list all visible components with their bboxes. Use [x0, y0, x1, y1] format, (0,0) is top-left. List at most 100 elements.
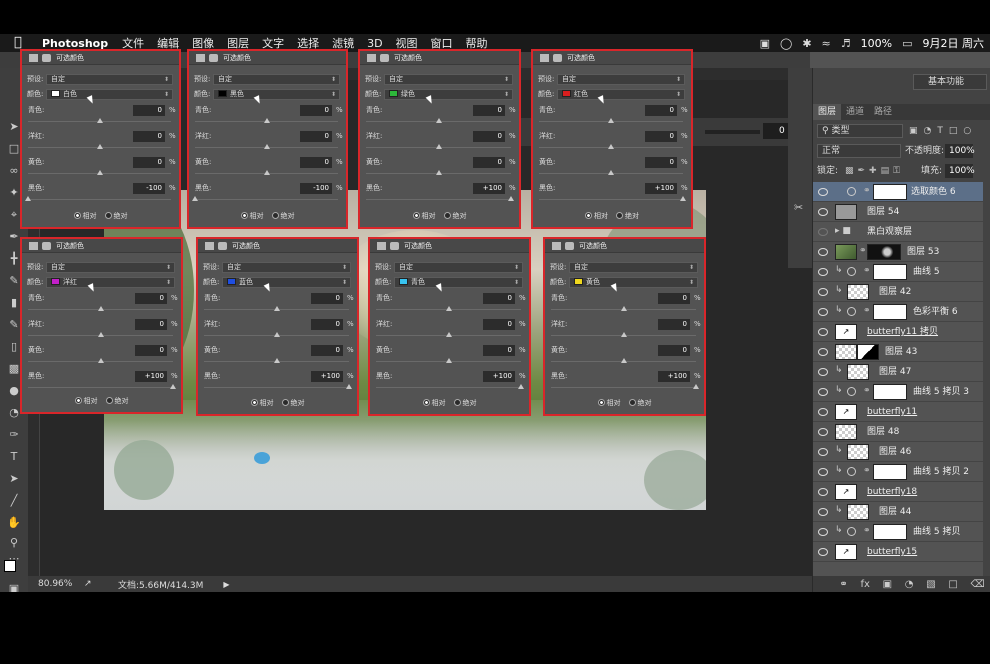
dialog-title-bar[interactable]: 可选颜色: [533, 51, 691, 65]
yellow-slider-handle[interactable]: [264, 170, 270, 175]
eraser-tool-icon[interactable]: ▯: [7, 340, 21, 354]
relative-radio[interactable]: [240, 212, 248, 219]
layer-filter-icons[interactable]: ▣◔T□○: [909, 124, 977, 138]
smart-object-thumbnail[interactable]: ↗: [835, 484, 857, 500]
menu-3d[interactable]: 3D: [367, 37, 382, 50]
tab-layers[interactable]: 图层: [813, 104, 842, 120]
magenta-input[interactable]: 0: [135, 319, 167, 330]
cyan-input[interactable]: 0: [133, 105, 165, 116]
volume-icon[interactable]: ♬: [841, 37, 851, 50]
layer-row[interactable]: ↗ butterfly11: [813, 402, 983, 422]
tools-preset-icon[interactable]: ✂: [794, 201, 803, 214]
preset-select[interactable]: 自定 ⬍: [213, 74, 340, 85]
relative-radio[interactable]: [74, 397, 82, 404]
battery-percent[interactable]: 100%: [861, 37, 892, 50]
visibility-eye-icon[interactable]: [818, 508, 828, 516]
layer-mask-thumbnail[interactable]: [873, 464, 907, 480]
black-input[interactable]: +100: [135, 371, 167, 382]
magenta-input[interactable]: 0: [133, 131, 165, 142]
cyan-slider-handle[interactable]: [97, 118, 103, 123]
layer-thumbnail[interactable]: [835, 424, 857, 440]
dialog-title-bar[interactable]: 可选颜色: [370, 239, 529, 253]
smart-object-thumbnail[interactable]: ↗: [835, 404, 857, 420]
cyan-slider-handle[interactable]: [98, 306, 104, 311]
camera-icon[interactable]: ▣: [760, 37, 770, 50]
new-group-icon[interactable]: ▧: [926, 579, 935, 590]
cyan-input[interactable]: 0: [658, 293, 690, 304]
layer-thumbnail[interactable]: [847, 444, 869, 460]
cyan-input[interactable]: 0: [645, 105, 677, 116]
magenta-input[interactable]: 0: [645, 131, 677, 142]
visibility-eye-icon[interactable]: [818, 468, 828, 476]
yellow-input[interactable]: 0: [135, 345, 167, 356]
color-select[interactable]: 洋红 ⬍: [46, 277, 175, 288]
yellow-input[interactable]: 0: [658, 345, 690, 356]
layer-row[interactable]: ⚭ 选取颜色 6: [813, 182, 983, 202]
black-slider-track[interactable]: [376, 387, 521, 388]
layer-row[interactable]: ⚭ 图层 53: [813, 242, 983, 262]
app-name[interactable]: Photoshop: [42, 37, 108, 50]
black-slider-track[interactable]: [539, 199, 683, 200]
apple-icon[interactable]: : [14, 36, 28, 50]
color-select[interactable]: 蓝色 ⬍: [222, 277, 351, 288]
smart-object-thumbnail[interactable]: ↗: [835, 324, 857, 340]
black-slider-handle[interactable]: [518, 384, 524, 389]
black-slider-handle[interactable]: [693, 384, 699, 389]
foreground-color-swatch[interactable]: [4, 560, 16, 572]
yellow-slider-handle[interactable]: [436, 170, 442, 175]
layer-row[interactable]: ▸ ■ 黑白观察层: [813, 222, 983, 242]
brush-tool-icon[interactable]: ✎: [7, 274, 21, 288]
relative-radio[interactable]: [597, 399, 605, 406]
cyan-slider-handle[interactable]: [446, 306, 452, 311]
yellow-slider-handle[interactable]: [621, 358, 627, 363]
yellow-slider-handle[interactable]: [97, 170, 103, 175]
workspace-select[interactable]: 基本功能: [913, 74, 987, 90]
cyan-slider-handle[interactable]: [608, 118, 614, 123]
black-slider-track[interactable]: [366, 199, 511, 200]
yellow-slider-handle[interactable]: [274, 358, 280, 363]
blend-mode-select[interactable]: 正常: [817, 144, 901, 158]
history-brush-tool-icon[interactable]: ✎: [7, 318, 21, 332]
visibility-eye-icon[interactable]: [818, 548, 828, 556]
status-menu-arrow-icon[interactable]: ▶: [223, 580, 229, 589]
preset-select[interactable]: 自定 ⬍: [384, 74, 513, 85]
adjustment-layer-icon[interactable]: ◔: [905, 579, 914, 590]
visibility-eye-icon[interactable]: [818, 428, 828, 436]
visibility-eye-icon[interactable]: [818, 208, 828, 216]
bluetooth-icon[interactable]: ✱: [802, 37, 811, 50]
dialog-title-bar[interactable]: 可选颜色: [360, 51, 519, 65]
clock[interactable]: 9月2日 周六: [923, 35, 985, 51]
absolute-radio[interactable]: [281, 399, 289, 406]
layer-row[interactable]: ↳ 图层 46: [813, 442, 983, 462]
visibility-eye-icon[interactable]: [818, 328, 828, 336]
dialog-title-bar[interactable]: 可选颜色: [22, 51, 179, 65]
visibility-eye-icon[interactable]: [818, 188, 828, 196]
yellow-slider-handle[interactable]: [98, 358, 104, 363]
layer-row[interactable]: ↳ ⚭ 色彩平衡 6: [813, 302, 983, 322]
wifi-icon[interactable]: ≈: [822, 37, 831, 50]
crop-tool-icon[interactable]: ⌖: [7, 208, 21, 222]
preset-select[interactable]: 自定 ⬍: [46, 74, 173, 85]
relative-radio[interactable]: [422, 399, 430, 406]
preset-select[interactable]: 自定 ⬍: [222, 262, 351, 273]
relative-radio[interactable]: [585, 212, 592, 219]
cyan-slider-handle[interactable]: [264, 118, 270, 123]
visibility-eye-icon[interactable]: [818, 348, 828, 356]
black-slider-handle[interactable]: [170, 384, 176, 389]
color-select[interactable]: 绿色 ⬍: [384, 89, 513, 100]
magenta-input[interactable]: 0: [473, 131, 505, 142]
magenta-input[interactable]: 0: [311, 319, 343, 330]
layer-row[interactable]: ↳ ⚭ 曲线 5 拷贝 3: [813, 382, 983, 402]
yellow-input[interactable]: 0: [133, 157, 165, 168]
tab-channels[interactable]: 通道: [841, 104, 869, 120]
layer-filter-select[interactable]: ⚲ 类型: [817, 124, 903, 138]
relative-radio[interactable]: [412, 212, 420, 219]
cyan-slider-handle[interactable]: [621, 306, 627, 311]
layer-mask-thumbnail[interactable]: [873, 304, 907, 320]
battery-icon[interactable]: ▭: [902, 37, 912, 50]
black-input[interactable]: +100: [658, 371, 690, 382]
black-slider-track[interactable]: [28, 199, 171, 200]
new-layer-icon[interactable]: □: [948, 579, 957, 590]
layer-thumbnail[interactable]: [847, 284, 869, 300]
black-slider-track[interactable]: [204, 387, 349, 388]
